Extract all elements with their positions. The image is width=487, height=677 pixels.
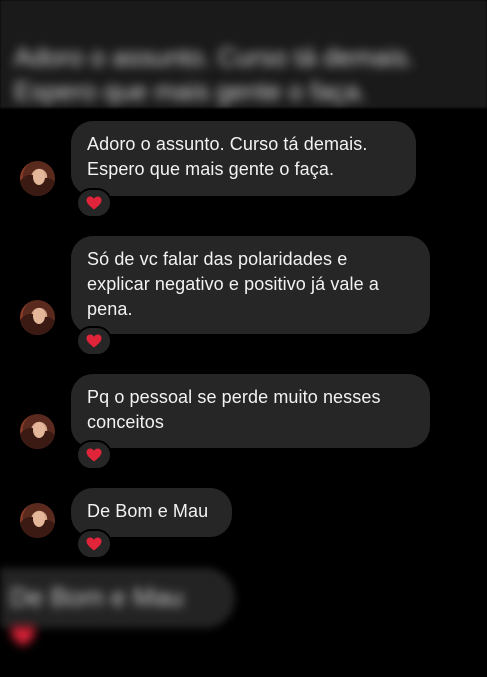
avatar[interactable] [20, 414, 55, 449]
avatar[interactable] [20, 503, 55, 538]
message-bubble[interactable]: Pq o pessoal se perde muito nesses conce… [71, 374, 430, 448]
blurred-heart-icon [10, 625, 36, 654]
blurred-message-text: De Bom e Mau [10, 582, 184, 612]
message-bubble[interactable]: Só de vc falar das polaridades e explica… [71, 236, 430, 334]
blurred-focused-message: Adoro o assunto. Curso tá demais. Espero… [0, 0, 487, 108]
message-bubble[interactable]: Adoro o assunto. Curso tá demais. Espero… [71, 121, 416, 196]
heart-reaction[interactable] [76, 188, 112, 218]
blurred-message-text: Adoro o assunto. Curso tá demais. Espero… [14, 42, 415, 106]
heart-reaction[interactable] [76, 529, 112, 559]
heart-icon [86, 448, 102, 462]
heart-icon [86, 537, 102, 551]
heart-reaction[interactable] [76, 440, 112, 470]
blurred-bottom-message: De Bom e Mau [0, 568, 235, 628]
avatar[interactable] [20, 161, 55, 196]
heart-reaction[interactable] [76, 326, 112, 356]
avatar[interactable] [20, 300, 55, 335]
heart-icon [86, 196, 102, 210]
heart-icon [86, 334, 102, 348]
